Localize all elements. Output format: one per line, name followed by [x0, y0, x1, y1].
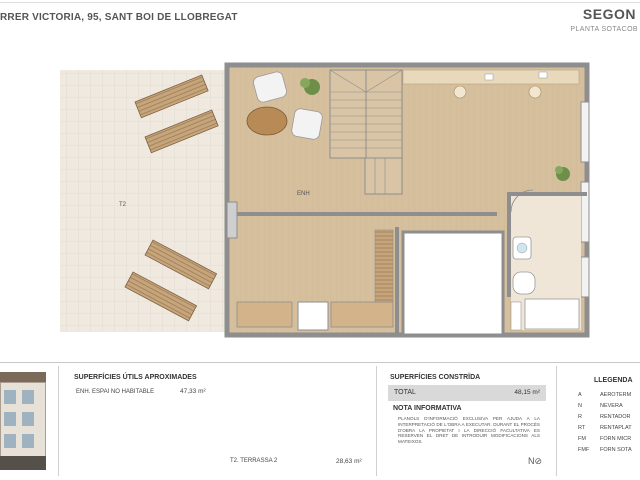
- total-label: TOTAL: [394, 389, 416, 396]
- stairwell-void: [401, 230, 505, 337]
- legend-item: FMF FORN SOTA: [578, 447, 632, 453]
- built-surface-title: SUPERFÍCIES CONSTRÏDA: [390, 374, 481, 381]
- top-border: [0, 2, 640, 3]
- legend-title: LLEGENDA: [594, 377, 633, 384]
- coffee-table: [246, 106, 288, 136]
- legend-item: A AEROTERM: [578, 392, 632, 398]
- legend-item: R RENTADOR: [578, 414, 631, 420]
- column-divider: [58, 366, 59, 476]
- legend-list: A AEROTERM N NEVERA R RENTADOR RT RENTAPLAT …: [578, 392, 640, 458]
- bathroom: [510, 189, 581, 331]
- surface-value: 47,33 m²: [180, 388, 206, 395]
- page-title: SEGON: [582, 6, 636, 22]
- surface-value: 28,63 m²: [336, 458, 362, 465]
- note-title: NOTA INFORMATIVA: [393, 405, 462, 412]
- column-divider: [556, 366, 557, 476]
- column-divider: [376, 366, 377, 476]
- no-smoking-icon: N⊘: [528, 456, 543, 466]
- address: RRER VICTORIA, 95, SANT BOI DE LLOBREGAT: [0, 12, 238, 23]
- building-thumbnail: [0, 370, 46, 474]
- room-label: ENH: [297, 191, 310, 197]
- plan-subtitle: PLANTA SOTACOB: [570, 26, 638, 33]
- legend-item: FM FORN MICR: [578, 436, 632, 442]
- section-divider: [0, 362, 640, 363]
- useful-surfaces-title: SUPERFÍCIES ÚTILS APROXIMADES: [74, 374, 197, 381]
- note-text: PLANOLS D'INFORMACIÓ EXCLUSIVA PER AJUDA…: [398, 416, 540, 445]
- legend-item: N NEVERA: [578, 403, 623, 409]
- surface-label: ENH. ESPAI NO HABITABLE: [76, 389, 155, 395]
- surface-label: T2. TERRASSA 2: [230, 458, 278, 464]
- floor-plan: T2 ENH: [60, 62, 590, 338]
- terrace-label: T2: [119, 202, 127, 208]
- armchair: [291, 108, 323, 140]
- total-value: 48,15 m²: [514, 389, 540, 396]
- legend-item: RT RENTAPLAT: [578, 425, 632, 431]
- total-bar: TOTAL 48,15 m²: [388, 385, 546, 401]
